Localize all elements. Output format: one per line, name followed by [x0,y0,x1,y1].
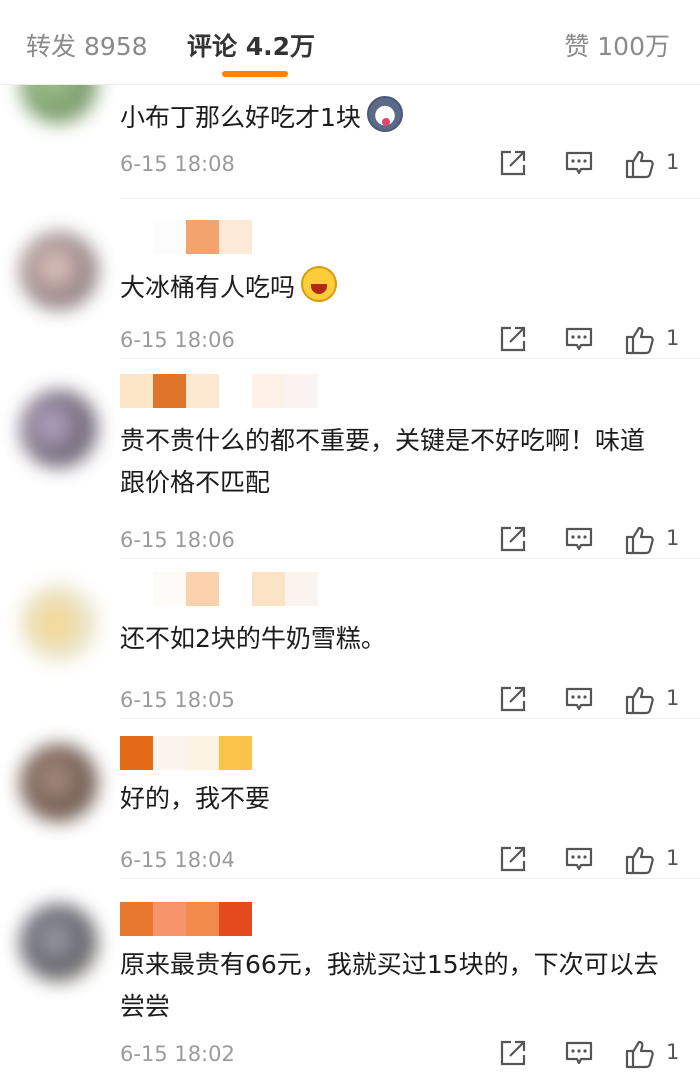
thumbs-up-icon[interactable] [624,844,656,878]
comment-actions: 1 [498,324,680,358]
comment-time: 6-15 18:06 [120,328,235,352]
comment-time: 6-15 18:08 [120,152,235,176]
like-count: 1 [666,686,680,710]
avatar[interactable] [20,584,98,662]
active-tab-indicator [222,71,288,77]
reply-icon[interactable] [564,844,594,878]
thumbs-up-icon[interactable] [624,148,656,182]
reply-icon[interactable] [564,1038,594,1072]
divider [120,878,700,879]
divider [120,558,700,559]
husky-emoji-icon [366,96,403,132]
comment-actions: 1 [498,1038,680,1072]
comment-time: 6-15 18:02 [120,1042,235,1066]
comment-actions: 1 [498,524,680,558]
thumbs-up-icon[interactable] [624,1038,656,1072]
reply-icon[interactable] [564,524,594,558]
avatar[interactable] [20,904,98,982]
comment-tab-bar: 转发 8958 评论 4.2万 赞 100万 [0,0,700,85]
comment-time: 6-15 18:04 [120,848,235,872]
share-icon[interactable] [498,844,528,878]
share-icon[interactable] [498,524,528,558]
share-icon[interactable] [498,1038,528,1072]
share-icon[interactable] [498,684,528,718]
divider [120,198,700,199]
comment-item: 还不如2块的牛奶雪糕。 6-15 18:05 1 [0,560,700,720]
username-redacted[interactable] [120,220,252,254]
comment-actions: 1 [498,684,680,718]
thumbs-up-icon[interactable] [624,324,656,358]
username-redacted[interactable] [120,736,285,770]
reply-icon[interactable] [564,148,594,182]
like-count: 1 [666,150,680,174]
like-count: 1 [666,1040,680,1064]
divider [120,718,700,719]
thumbs-up-icon[interactable] [624,684,656,718]
comment-item: 小布丁那么好吃才1块 6-15 18:08 1 [0,46,700,200]
comment-text: 还不如2块的牛奶雪糕。 [120,624,386,653]
reply-icon[interactable] [564,684,594,718]
comment-text: 贵不贵什么的都不重要，关键是不好吃啊！味道跟价格不匹配 [120,426,646,497]
username-redacted[interactable] [120,374,318,408]
like-count: 1 [666,846,680,870]
comment-item: 好的，我不要 6-15 18:04 1 [0,720,700,880]
comment-actions: 1 [498,148,680,182]
tab-comments[interactable]: 评论 4.2万 [187,27,315,63]
reply-icon[interactable] [564,324,594,358]
laughing-emoji-icon [301,266,338,302]
username-redacted[interactable] [120,572,318,606]
comment-item: 贵不贵什么的都不重要，关键是不好吃啊！味道跟价格不匹配 6-15 18:06 1 [0,360,700,560]
like-count: 1 [666,326,680,350]
comment-item: 大冰桶有人吃吗 6-15 18:06 1 [0,200,700,360]
comment-text: 原来最贵有66元，我就买过15块的，下次可以去尝尝 [120,950,659,1021]
comment-time: 6-15 18:06 [120,528,235,552]
avatar[interactable] [20,390,98,468]
like-count: 1 [666,526,680,550]
thumbs-up-icon[interactable] [624,524,656,558]
comment-text-content: 大冰桶有人吃吗 [120,273,296,302]
comment-list: 小布丁那么好吃才1块 6-15 18:08 1 大冰桶有人吃吗 6-15 18:… [0,46,700,1070]
tab-likes[interactable]: 赞 100万 [564,27,670,63]
comment-time: 6-15 18:05 [120,688,235,712]
share-icon[interactable] [498,148,528,182]
tab-forward[interactable]: 转发 8958 [26,27,148,63]
username-redacted[interactable] [120,902,252,936]
comment-actions: 1 [498,844,680,878]
comment-text: 小布丁那么好吃才1块 [120,96,660,139]
comment-text: 大冰桶有人吃吗 [120,266,660,309]
avatar[interactable] [20,744,98,822]
comment-item: 原来最贵有66元，我就买过15块的，下次可以去尝尝 6-15 18:02 1 [0,880,700,1070]
comment-text: 好的，我不要 [120,784,271,813]
avatar[interactable] [20,232,98,310]
share-icon[interactable] [498,324,528,358]
divider [120,358,700,359]
comment-text-content: 小布丁那么好吃才1块 [120,103,361,132]
